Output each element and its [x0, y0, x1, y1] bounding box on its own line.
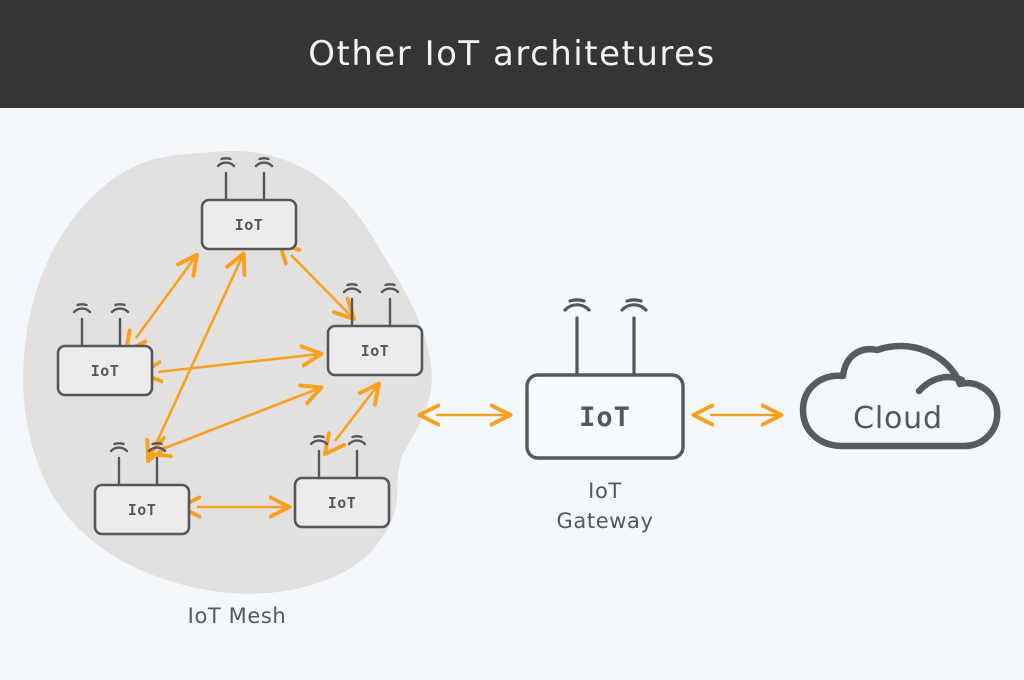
iot-gateway[interactable]: IoT: [525, 298, 685, 460]
mesh-node-bottom-right-label: IoT: [328, 494, 357, 512]
gateway-caption-line2: Gateway: [557, 509, 654, 533]
gateway-caption-line1: IoT: [588, 479, 622, 503]
mesh-caption: IoT Mesh: [188, 604, 287, 628]
mesh-node-left-label: IoT: [91, 362, 120, 380]
mesh-node-bottom-left-label: IoT: [128, 501, 157, 519]
diagram-canvas: Other IoT architetures IoT IoT IoT IoT I…: [0, 0, 1024, 680]
cloud-inner-arc: [915, 373, 966, 395]
mesh-node-right-label: IoT: [361, 342, 390, 360]
architecture-svg: IoT IoT IoT IoT IoT IoT Mesh IoT IoT Gat…: [23, 150, 1001, 628]
page-title: Other IoT architetures: [308, 34, 716, 74]
gateway-box-label: IoT: [579, 402, 631, 433]
cloud-label: Cloud: [853, 401, 943, 436]
cloud-node[interactable]: Cloud: [799, 342, 1001, 450]
mesh-node-top-label: IoT: [235, 216, 264, 234]
